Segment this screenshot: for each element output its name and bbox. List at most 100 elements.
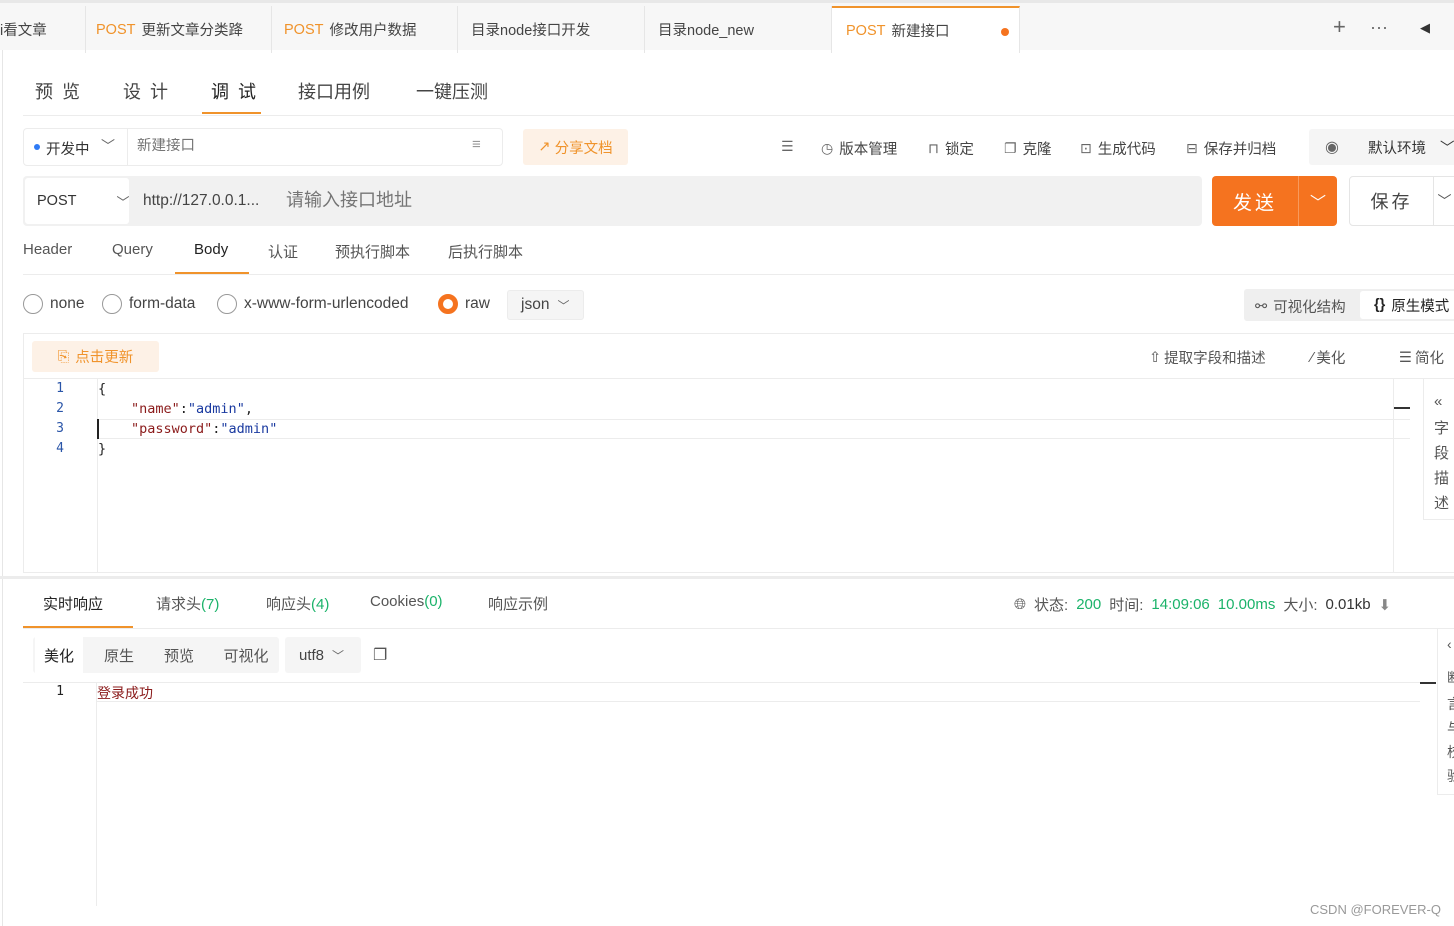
subnav-debug[interactable]: 调 试 [211,78,258,104]
beautify-button[interactable]: ⁄ 美化 [1311,347,1345,368]
minimap-marker[interactable] [1394,407,1410,409]
base-url[interactable]: http://127.0.0.1... [143,192,259,210]
magic-wand-icon: ⁄ [1311,349,1314,366]
eye-icon[interactable]: ◉ [1309,129,1355,165]
minimap-marker[interactable] [1420,682,1436,684]
tab-response-headers[interactable]: 响应头(4) [266,593,329,614]
scroll-left-icon[interactable]: ◀ [1420,20,1430,36]
send-button[interactable]: 发送 [1212,176,1298,226]
chevron-down-icon[interactable]: ﹀ [1434,176,1454,226]
line-number: 1 [56,684,64,699]
mode-visual-button[interactable]: ⚯ 可视化结构 [1255,296,1346,317]
view-beautify-button[interactable]: 美化 [35,637,83,673]
tab-header[interactable]: Header [23,241,72,258]
add-tab-icon[interactable]: + [1333,14,1346,40]
clone-button[interactable]: ❐ 克隆 [1004,138,1052,159]
current-line-highlight [98,419,1410,439]
tab-title: 目录node_new [658,23,754,39]
subnav-preview[interactable]: 预 览 [35,78,82,104]
gutter-divider [96,683,97,906]
tab-request-headers[interactable]: 请求头(7) [156,593,219,614]
divider [127,128,128,166]
subnav-stress-test[interactable]: 一键压测 [416,78,488,104]
method-label: POST [37,193,77,209]
format-select[interactable]: json ﹀ [507,290,584,320]
url-input[interactable] [286,190,886,211]
generate-code-button[interactable]: ⊡ 生成代码 [1080,138,1156,159]
panel-label-char: 字 [1434,420,1450,437]
tab-item[interactable]: POST 更新文章分类跭 [82,6,272,53]
radio-raw[interactable]: raw [438,294,490,314]
radio-circle-icon [102,294,122,314]
mode-raw-button[interactable]: {} 原生模式 [1360,291,1454,319]
environment-select[interactable]: 默认环境 ﹀ [1355,129,1454,165]
tab-item[interactable]: POST 修改用户数据 [270,6,458,53]
tab-pre-script[interactable]: 预执行脚本 [335,241,410,262]
tab-response-example[interactable]: 响应示例 [488,593,548,614]
chevron-down-icon[interactable]: ﹀ [1298,176,1337,226]
simplify-button[interactable]: ☰ 简化 [1399,347,1444,368]
archive-icon: ⊟ [1186,140,1198,156]
resize-divider[interactable] [0,576,1454,579]
save-button[interactable]: 保存 [1349,176,1434,226]
mode-visual-label: 可视化结构 [1273,300,1346,316]
code-line[interactable]: } [98,441,106,457]
radio-circle-icon [217,294,237,314]
view-raw-button[interactable]: 原生 [95,637,143,673]
subnav-design[interactable]: 设 计 [123,78,170,104]
response-body-line[interactable]: 登录成功 [97,683,153,703]
radio-form-data[interactable]: form-data [102,294,195,314]
view-preview-button[interactable]: 预览 [155,637,203,673]
outline-icon[interactable]: ☰ [781,138,794,155]
copy-icon[interactable]: ❐ [373,645,387,665]
more-icon[interactable]: ··· [1370,17,1388,38]
method-select[interactable]: POST ﹀ [25,178,130,224]
tab-auth[interactable]: 认证 [268,241,298,262]
tab-item[interactable]: i看文章 [0,6,86,53]
status-select[interactable]: 开发中 [46,138,90,159]
save-archive-button[interactable]: ⊟ 保存并归档 [1186,138,1276,159]
tab-item[interactable]: 目录node_new [644,6,832,53]
panel-label-char: 验 [1447,766,1454,786]
lock-button[interactable]: ⊓ 锁定 [928,138,974,159]
tab-body[interactable]: Body [194,241,228,258]
refresh-button[interactable]: ⎘ 点击更新 [32,341,159,372]
tab-count: (4) [311,596,330,613]
code-line[interactable]: "name":"admin", [131,401,253,417]
window-edge [2,50,3,926]
tab-cookies[interactable]: Cookies(0) [370,593,443,610]
save-archive-label: 保存并归档 [1203,142,1277,158]
environment-label: 默认环境 [1368,140,1426,157]
tab-item[interactable]: 目录node接口开发 [457,6,645,53]
api-name-input[interactable] [137,138,457,154]
chevron-down-icon: ﹀ [332,648,345,663]
code-line[interactable]: "password":"admin" [131,421,277,437]
tab-query[interactable]: Query [112,241,153,258]
tab-live-response[interactable]: 实时响应 [43,593,103,614]
radio-label: raw [465,295,490,312]
version-button[interactable]: ◷ 版本管理 [821,138,897,159]
time-label: 时间: [1109,597,1144,614]
chevron-down-icon[interactable]: ﹀ [101,136,115,156]
panel-label-char: 言 [1447,694,1454,714]
radio-none[interactable]: none [23,294,84,314]
response-duration: 10.00ms [1217,596,1276,613]
gutter-divider [97,379,98,572]
subnav-cases[interactable]: 接口用例 [298,78,370,104]
code-line[interactable]: { [98,381,106,397]
radio-urlencoded[interactable]: x-www-form-urlencoded [217,294,409,314]
line-number: 3 [56,421,64,436]
collapse-icon[interactable]: ‹ [1447,636,1454,652]
size-label: 大小: [1283,597,1318,614]
simplify-label: 简化 [1415,351,1444,367]
extract-fields-button[interactable]: ⇧ 提取字段和描述 [1149,347,1266,368]
encoding-select[interactable]: utf8 ﹀ [285,637,361,673]
share-doc-button[interactable]: ↗ 分享文档 [523,129,628,165]
list-edit-icon[interactable]: ≡ [472,136,481,153]
tab-item-active[interactable]: POST 新建接口 [832,6,1020,53]
view-visual-button[interactable]: 可视化 [215,637,277,673]
mode-raw-label: 原生模式 [1391,298,1450,315]
download-icon[interactable]: ⬇ [1379,596,1392,614]
tab-post-script[interactable]: 后执行脚本 [448,241,523,262]
collapse-icon[interactable]: « [1434,393,1442,410]
